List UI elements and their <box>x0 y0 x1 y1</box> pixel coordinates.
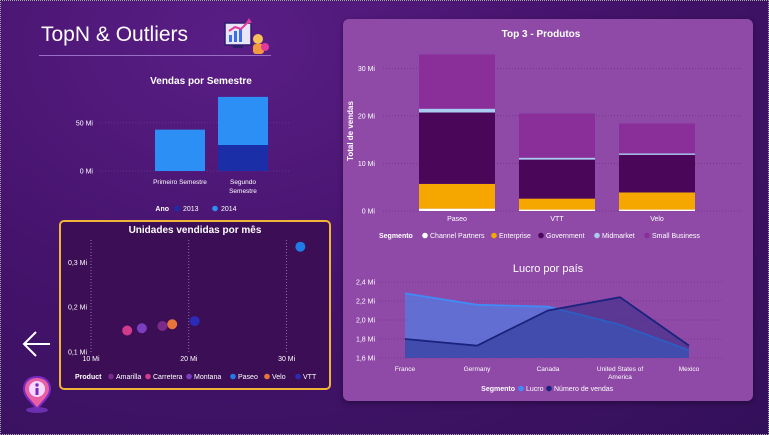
legend-label: Velo <box>272 374 286 381</box>
legend-marker-VTT <box>295 373 301 380</box>
legend-label: 2014 <box>221 206 237 213</box>
bar-segment-4-0 <box>419 54 495 109</box>
back-arrow-icon[interactable] <box>21 329 53 359</box>
bar-segment-2-2 <box>619 154 695 193</box>
bar-segment-0-0 <box>419 208 495 211</box>
bar-segment-2-0 <box>419 112 495 184</box>
legend-label: VTT <box>303 374 317 381</box>
category-label: Paseo <box>447 216 467 223</box>
legend-label: Paseo <box>238 374 258 381</box>
bar-segment-2-1 <box>519 159 595 199</box>
y-tick-label: 30 Mi <box>358 66 376 73</box>
category-label: Canada <box>537 366 560 373</box>
legend-marker-4 <box>644 232 650 239</box>
y-tick-label: 0,1 Mi <box>68 350 88 357</box>
y-tick-label: 0 Mi <box>362 209 376 216</box>
legend-marker-2014 <box>212 205 218 212</box>
y-tick-label: 0,3 Mi <box>68 260 88 267</box>
x-tick-label: 20 Mi <box>180 356 198 363</box>
legend-marker-2013 <box>174 205 180 212</box>
legend-label: Channel Partners <box>430 233 485 240</box>
legend-label: 2013 <box>183 206 199 213</box>
legend-label: Número de vendas <box>554 386 614 393</box>
legend-title: Segmento <box>379 233 413 240</box>
legend-marker-Paseo <box>230 373 236 380</box>
y-tick-label: 1,8 Mi <box>356 337 376 344</box>
unidades-mes-chart[interactable]: 10 Mi 20 Mi 30 Mi 0,1 Mi 0,2 Mi 0,3 Mi Produc… <box>61 222 329 388</box>
y-tick-label: 2,0 Mi <box>356 318 376 325</box>
legend-marker-2 <box>538 232 544 239</box>
legend-label: Small Business <box>652 233 700 240</box>
legend-label: Amarilla <box>116 374 141 381</box>
bar-segment-3-0 <box>419 108 495 113</box>
bar-2014-1 <box>218 96 268 146</box>
bar-segment-0-2 <box>619 209 695 211</box>
legend-label: Montana <box>194 374 221 381</box>
legend-label: Enterprise <box>499 233 531 240</box>
bar-segment-0-1 <box>519 209 595 211</box>
top3-ylabel: Total de vendas <box>346 101 355 161</box>
category-label: France <box>395 366 416 373</box>
y-tick-label: 1,6 Mi <box>356 356 376 363</box>
y-tick-label: 2,2 Mi <box>356 299 376 306</box>
legend-label: Lucro <box>526 386 544 393</box>
category-label: VTT <box>550 216 564 223</box>
category-label: Segundo Semestre <box>229 179 257 195</box>
point-Velo <box>167 319 178 330</box>
bar-segment-1-2 <box>619 192 695 210</box>
info-location-icon[interactable] <box>21 375 53 415</box>
legend-marker-1 <box>546 385 552 392</box>
y-tick-label: 20 Mi <box>358 113 376 120</box>
y-tick-label: 2,4 Mi <box>356 280 376 287</box>
category-label: United States of America <box>597 366 643 381</box>
top3-produtos-chart[interactable]: 0 Mi 10 Mi 20 Mi 30 Mi Total de vendas Pase… <box>343 19 753 249</box>
point-Montana <box>136 323 147 334</box>
legend-marker-Amarilla <box>108 373 114 380</box>
lucro-pais-chart[interactable]: 1,6 Mi 1,8 Mi 2,0 Mi 2,2 Mi 2,4 Mi France Ger… <box>343 274 753 401</box>
y-tick-label: 10 Mi <box>358 161 376 168</box>
point-VTT <box>189 316 200 327</box>
legend-marker-Carretera <box>145 373 151 380</box>
y-tick-label: 0,2 Mi <box>68 305 88 312</box>
legend-title: Product <box>75 374 102 381</box>
right-card: Top 3 - Produtos 0 Mi 10 Mi 20 Mi 30 Mi Tot… <box>343 19 753 401</box>
vendas-semestre-chart[interactable]: 0 Mi 50 Mi Primeiro Semestre Segundo Semest… <box>59 89 329 219</box>
point-Amarilla <box>157 321 168 332</box>
report-page: TopN & Outliers Vendas por Semestre 0 Mi… <box>0 0 769 435</box>
category-label: Germany <box>464 366 491 373</box>
legend-label: Carretera <box>153 374 183 381</box>
bar-2013-1 <box>218 145 268 171</box>
legend-marker-Montana <box>186 373 192 380</box>
legend-marker-3 <box>594 232 600 239</box>
legend-marker-0 <box>518 385 524 392</box>
bar-segment-1-0 <box>419 183 495 209</box>
y-tick-label: 50 Mi <box>76 120 94 127</box>
bar-segment-4-1 <box>519 113 595 158</box>
point-Paseo <box>295 241 306 252</box>
bar-2014-0 <box>155 129 205 171</box>
legend-marker-0 <box>422 232 428 239</box>
legend-label: Midmarket <box>602 233 635 240</box>
legend-marker-1 <box>491 232 497 239</box>
category-label: Velo <box>650 216 664 223</box>
legend-label: Government <box>546 233 585 240</box>
category-label: Mexico <box>679 366 700 373</box>
page-title: TopN & Outliers <box>41 23 189 46</box>
bar-segment-3-2 <box>619 153 695 155</box>
bar-segment-3-1 <box>519 157 595 160</box>
legend-marker-Velo <box>264 373 270 380</box>
legend-title: Ano <box>155 206 169 213</box>
x-tick-label: 30 Mi <box>278 356 296 363</box>
unidades-mes-card: Unidades vendidas por mês 10 Mi 20 Mi 30 M… <box>59 220 331 390</box>
x-tick-label: 10 Mi <box>82 356 100 363</box>
category-label: Primeiro Semestre <box>153 179 207 186</box>
bar-segment-4-2 <box>619 123 695 154</box>
legend-title: Segmento <box>481 386 515 393</box>
analytics-illustration-icon <box>224 18 269 54</box>
chart-title-vendas-semestre: Vendas por Semestre <box>150 76 252 87</box>
y-tick-label: 0 Mi <box>80 169 94 176</box>
bar-segment-1-1 <box>519 198 595 210</box>
point-Carretera <box>122 325 133 336</box>
